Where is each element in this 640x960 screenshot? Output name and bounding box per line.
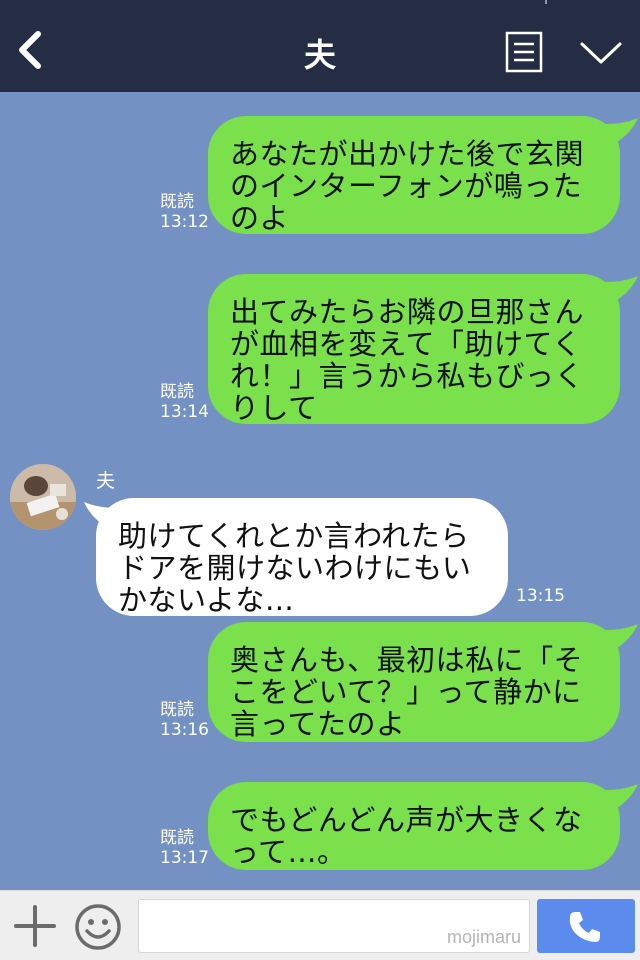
chat-header: 夫 <box>0 0 640 92</box>
message-line: 助けてくれとか言われたら <box>118 519 470 553</box>
message-time: 13:14 <box>160 402 209 422</box>
chevron-down-icon[interactable] <box>578 38 624 68</box>
message-input-bar: mojimaru <box>0 890 640 960</box>
avatar-photo <box>10 464 76 530</box>
message-line: 奥さんも、最初は私に「そ <box>230 643 584 677</box>
read-receipt: 既読 <box>160 382 194 402</box>
message-meta: 既読 13:12 <box>160 192 209 232</box>
message-time: 13:15 <box>516 586 565 606</box>
message-meta: 既読 13:14 <box>160 382 209 422</box>
message-time: 13:12 <box>160 212 209 232</box>
message-line: れ！」言うから私もびっく <box>230 359 585 393</box>
message-bubble[interactable]: 奥さんも、最初は私に「そ こをどいて？」って静かに 言ってたのよ <box>208 622 620 742</box>
message-line: でもどんどん声が大きくな <box>230 803 583 837</box>
message-line: が血相を変えて「助けてく <box>230 327 582 361</box>
message-line: 出てみたらお隣の旦那さん <box>230 295 585 329</box>
message-bubble[interactable]: でもどんどん声が大きくな って…。 <box>208 782 620 870</box>
bubble-tail <box>604 624 638 652</box>
avatar[interactable] <box>10 464 76 530</box>
read-receipt: 既読 <box>160 192 194 212</box>
smile-icon[interactable] <box>74 903 122 951</box>
notes-menu-icon[interactable] <box>505 31 543 73</box>
message-bubble[interactable]: あなたが出かけた後で玄関 のインターフォンが鳴った のよ <box>208 116 620 234</box>
message-bubble[interactable]: 出てみたらお隣の旦那さん が血相を変えて「助けてく れ！」言うから私もびっく り… <box>208 274 620 424</box>
chat-title: 夫 <box>303 36 336 74</box>
read-receipt: 既読 <box>160 828 194 848</box>
message-line: こをどいて？」って静かに <box>230 675 582 709</box>
phone-icon <box>569 912 600 942</box>
message-bubble[interactable]: 助けてくれとか言われたら ドアを開けないわけにもい かないよな… <box>96 498 508 616</box>
message-line: のよ <box>230 201 290 235</box>
message-input[interactable]: mojimaru <box>138 899 530 953</box>
message-meta: 既読 13:17 <box>160 828 209 868</box>
bubble-tail <box>604 118 638 146</box>
message-time: 13:17 <box>160 848 209 868</box>
message-line: 言ってたのよ <box>230 707 406 741</box>
message-line: あなたが出かけた後で玄関 <box>230 137 585 171</box>
sender-name: 夫 <box>96 470 116 492</box>
message-time: 13:16 <box>160 720 209 740</box>
message-meta: 既読 13:16 <box>160 700 209 740</box>
bubble-tail <box>604 784 638 812</box>
call-button[interactable] <box>537 899 635 953</box>
bubble-tail <box>604 276 638 304</box>
watermark-text: mojimaru <box>446 927 521 947</box>
status-bar-fragment <box>545 0 547 4</box>
message-line: りして <box>230 391 318 425</box>
message-line: かないよな… <box>118 583 295 617</box>
message-line: のインターフォンが鳴った <box>230 169 583 203</box>
message-line: ドアを開けないわけにもい <box>118 551 472 585</box>
message-list[interactable]: 既読 13:12 あなたが出かけた後で玄関 のインターフォンが鳴った のよ 既読… <box>0 92 640 890</box>
read-receipt: 既読 <box>160 700 194 720</box>
plus-icon[interactable] <box>14 905 56 947</box>
message-line: って…。 <box>230 835 347 869</box>
